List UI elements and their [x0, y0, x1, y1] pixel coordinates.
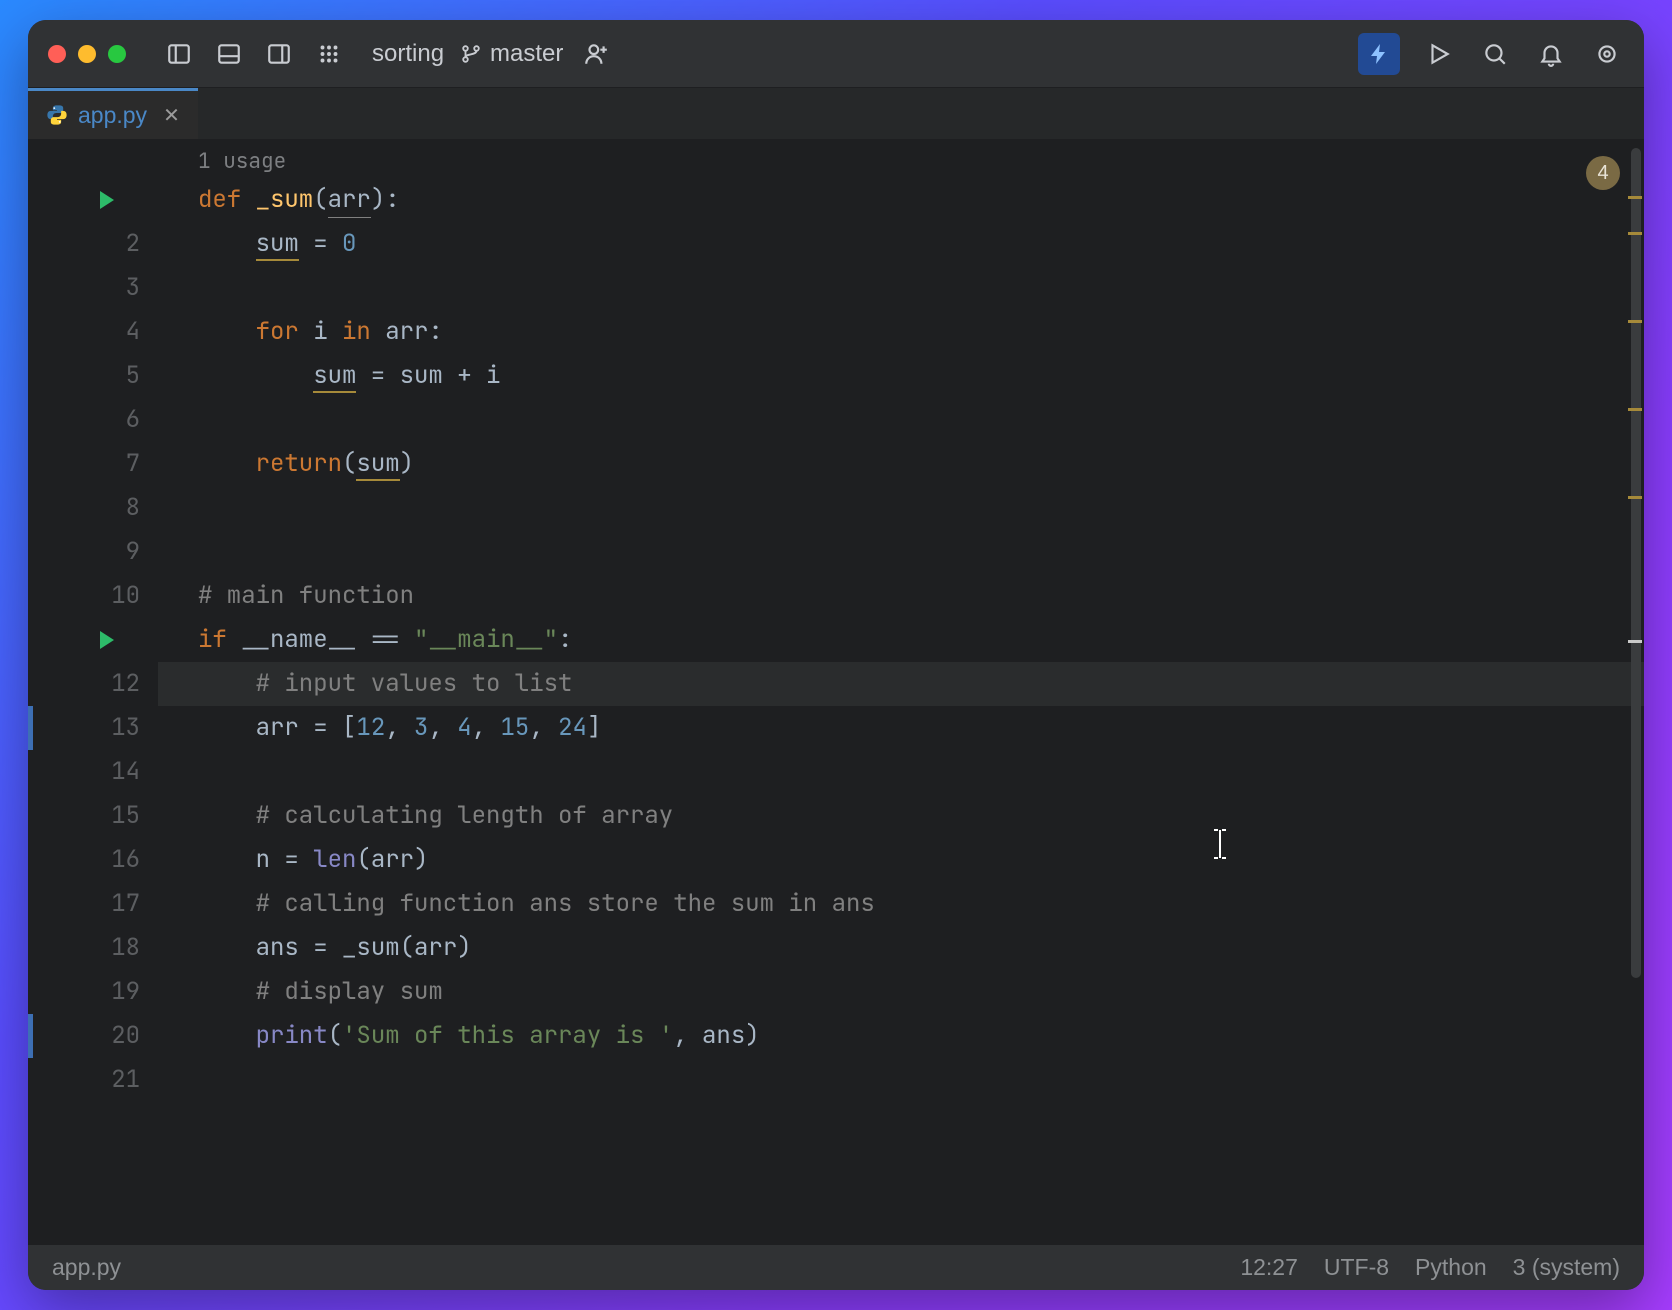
- warning-tick[interactable]: [1628, 320, 1642, 323]
- caret-tick[interactable]: [1628, 640, 1642, 643]
- gutter-line[interactable]: [28, 618, 158, 662]
- ai-assist-button[interactable]: [1358, 33, 1400, 75]
- gutter-line[interactable]: 14: [28, 750, 158, 794]
- code-line[interactable]: def _sum(arr):: [158, 178, 1644, 222]
- code-line[interactable]: [158, 398, 1644, 442]
- gutter-line[interactable]: 12: [28, 662, 158, 706]
- inspection-badge[interactable]: 4: [1586, 156, 1620, 190]
- vcs-change-marker[interactable]: [28, 1014, 33, 1058]
- gutter-line[interactable]: 19: [28, 970, 158, 1014]
- code-line[interactable]: if __name__ == "__main__":: [158, 618, 1644, 662]
- status-caret-position[interactable]: 12:27: [1240, 1254, 1298, 1281]
- python-icon: [46, 104, 68, 126]
- code-line[interactable]: # main function: [158, 574, 1644, 618]
- gutter-line[interactable]: [28, 178, 158, 222]
- warning-tick[interactable]: [1628, 232, 1642, 235]
- gutter-line[interactable]: 9: [28, 530, 158, 574]
- search-icon[interactable]: [1478, 37, 1512, 71]
- git-branch[interactable]: master: [460, 40, 563, 68]
- gutter-line[interactable]: 4: [28, 310, 158, 354]
- run-gutter-icon[interactable]: [100, 191, 114, 209]
- code-line[interactable]: n = len(arr): [158, 838, 1644, 882]
- tab-bar: app.py ✕: [28, 88, 1644, 140]
- branch-label: master: [490, 40, 563, 68]
- right-panel-icon[interactable]: [262, 37, 296, 71]
- run-gutter-icon[interactable]: [100, 631, 114, 649]
- code-line[interactable]: arr = [12, 3, 4, 15, 24]: [158, 706, 1644, 750]
- code-line[interactable]: [158, 266, 1644, 310]
- close-window[interactable]: [48, 45, 66, 63]
- warning-tick[interactable]: [1628, 408, 1642, 411]
- status-language[interactable]: Python: [1415, 1254, 1487, 1281]
- gutter-line[interactable]: 17: [28, 882, 158, 926]
- code-line[interactable]: print('Sum of this array is ', ans): [158, 1014, 1644, 1058]
- code-line[interactable]: # display sum: [158, 970, 1644, 1014]
- code-line[interactable]: for i in arr:: [158, 310, 1644, 354]
- gutter-line[interactable]: 15: [28, 794, 158, 838]
- code-line[interactable]: sum = sum + i: [158, 354, 1644, 398]
- run-icon[interactable]: [1422, 37, 1456, 71]
- gutter-line[interactable]: 8: [28, 486, 158, 530]
- left-panel-icon[interactable]: [162, 37, 196, 71]
- gutter-line[interactable]: 2: [28, 222, 158, 266]
- gutter-line[interactable]: 6: [28, 398, 158, 442]
- warning-tick[interactable]: [1628, 496, 1642, 499]
- code-line[interactable]: sum = 0: [158, 222, 1644, 266]
- code-line-current[interactable]: # input values to list: [158, 662, 1644, 706]
- gutter-line[interactable]: 18: [28, 926, 158, 970]
- code-line[interactable]: [158, 530, 1644, 574]
- status-interpreter[interactable]: 3 (system): [1513, 1254, 1620, 1281]
- project-name[interactable]: sorting: [372, 40, 444, 68]
- branch-icon: [460, 43, 482, 65]
- bottom-panel-icon[interactable]: [212, 37, 246, 71]
- close-tab-icon[interactable]: ✕: [163, 103, 180, 128]
- grid-menu-icon[interactable]: [312, 37, 346, 71]
- minimize-window[interactable]: [78, 45, 96, 63]
- code-line[interactable]: [158, 750, 1644, 794]
- maximize-window[interactable]: [108, 45, 126, 63]
- gutter-line[interactable]: 13: [28, 706, 158, 750]
- gutter-line[interactable]: 20: [28, 1014, 158, 1058]
- code-line[interactable]: # calculating length of array: [158, 794, 1644, 838]
- status-bar: app.py 12:27 UTF-8 Python 3 (system): [28, 1244, 1644, 1290]
- code-lines[interactable]: 1 usage def _sum(arr): sum = 0 for i in …: [158, 140, 1644, 1244]
- status-file[interactable]: app.py: [52, 1254, 121, 1281]
- tab-app-py[interactable]: app.py ✕: [28, 88, 198, 139]
- code-line[interactable]: return(sum): [158, 442, 1644, 486]
- code-line[interactable]: [158, 486, 1644, 530]
- ide-window: sorting master: [28, 20, 1644, 1290]
- add-user-icon[interactable]: [579, 37, 613, 71]
- gutter-line[interactable]: 3: [28, 266, 158, 310]
- warning-tick[interactable]: [1628, 196, 1642, 199]
- error-stripe[interactable]: [1626, 140, 1644, 1244]
- code-line[interactable]: [158, 1058, 1644, 1102]
- settings-icon[interactable]: [1590, 37, 1624, 71]
- gutter-line[interactable]: 21: [28, 1058, 158, 1102]
- scroll-thumb[interactable]: [1631, 148, 1641, 978]
- tab-filename: app.py: [78, 102, 147, 129]
- gutter-line[interactable]: 5: [28, 354, 158, 398]
- code-line[interactable]: # calling function ans store the sum in …: [158, 882, 1644, 926]
- gutter-line[interactable]: 10: [28, 574, 158, 618]
- vcs-change-marker[interactable]: [28, 706, 33, 750]
- usage-hint-gutter: [28, 146, 158, 178]
- notifications-icon[interactable]: [1534, 37, 1568, 71]
- gutter-line[interactable]: 16: [28, 838, 158, 882]
- window-controls: [48, 45, 126, 63]
- code-line[interactable]: ans = _sum(arr): [158, 926, 1644, 970]
- code-editor[interactable]: 2 3 4 5 6 7 8 9 10 12 13 14 15 16 17 18 …: [28, 140, 1644, 1244]
- usage-hint[interactable]: 1 usage: [158, 146, 1644, 178]
- title-bar: sorting master: [28, 20, 1644, 88]
- line-gutter: 2 3 4 5 6 7 8 9 10 12 13 14 15 16 17 18 …: [28, 140, 158, 1244]
- status-encoding[interactable]: UTF-8: [1324, 1254, 1389, 1281]
- gutter-line[interactable]: 7: [28, 442, 158, 486]
